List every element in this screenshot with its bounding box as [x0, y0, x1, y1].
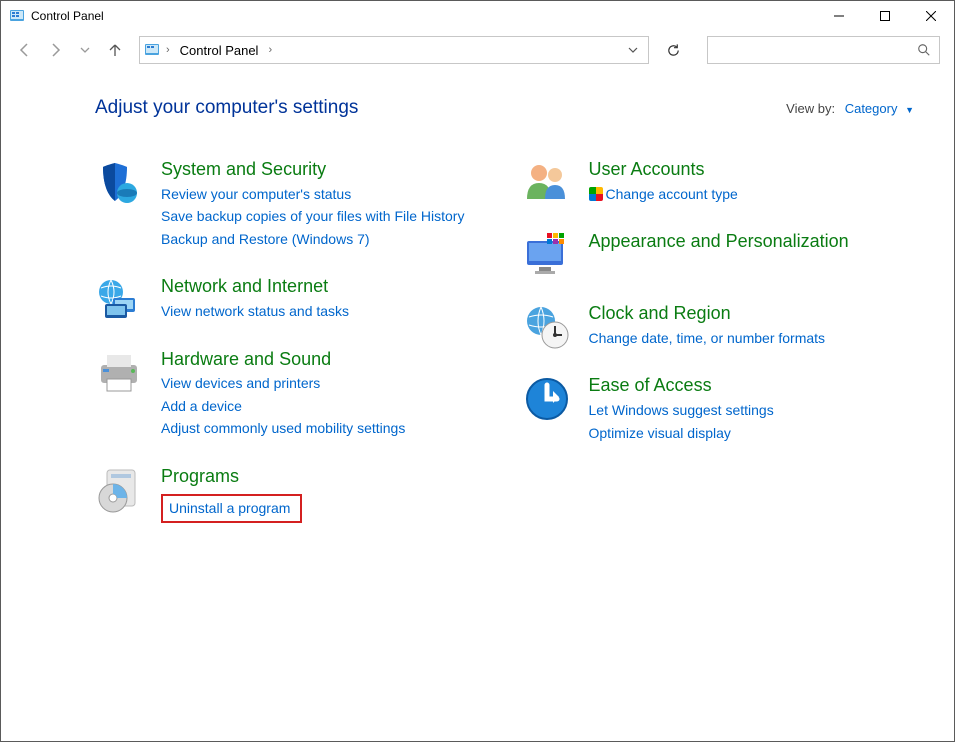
link-suggest-settings[interactable]: Let Windows suggest settings	[589, 401, 915, 421]
left-column: System and Security Review your computer…	[95, 159, 487, 547]
printer-icon	[95, 349, 143, 397]
people-icon	[523, 159, 571, 207]
category-title[interactable]: System and Security	[161, 159, 487, 181]
category-appearance-personalization: Appearance and Personalization	[523, 231, 915, 279]
link-file-history[interactable]: Save backup copies of your files with Fi…	[161, 207, 487, 227]
content-area: Adjust your computer's settings View by:…	[1, 69, 954, 567]
breadcrumb-root[interactable]: Control Panel	[176, 43, 263, 58]
category-title[interactable]: Programs	[161, 466, 487, 488]
chevron-right-icon[interactable]: ›	[164, 44, 172, 56]
window-controls	[816, 1, 954, 31]
link-optimize-display[interactable]: Optimize visual display	[589, 424, 915, 444]
search-input[interactable]	[716, 43, 917, 58]
category-title[interactable]: Appearance and Personalization	[589, 231, 915, 253]
category-programs: Programs Uninstall a program	[95, 466, 487, 523]
monitor-personalization-icon	[523, 231, 571, 279]
category-hardware-sound: Hardware and Sound View devices and prin…	[95, 349, 487, 442]
address-history-dropdown[interactable]	[622, 45, 644, 55]
category-clock-region: Clock and Region Change date, time, or n…	[523, 303, 915, 351]
category-title[interactable]: User Accounts	[589, 159, 915, 181]
address-bar[interactable]: › Control Panel ›	[139, 36, 649, 64]
shield-icon	[95, 159, 143, 207]
minimize-button[interactable]	[816, 1, 862, 31]
forward-button[interactable]	[45, 40, 65, 60]
globe-network-icon	[95, 276, 143, 324]
close-button[interactable]	[908, 1, 954, 31]
view-by-value[interactable]: Category	[845, 101, 898, 116]
clock-globe-icon	[523, 303, 571, 351]
search-box[interactable]	[707, 36, 940, 64]
link-uninstall-program[interactable]: Uninstall a program	[169, 499, 290, 519]
highlight-box: Uninstall a program	[161, 494, 302, 524]
refresh-button[interactable]	[663, 40, 683, 60]
link-change-account-type[interactable]: Change account type	[589, 185, 915, 205]
view-by-control[interactable]: View by: Category ▼	[786, 101, 914, 116]
maximize-button[interactable]	[862, 1, 908, 31]
category-title[interactable]: Network and Internet	[161, 276, 487, 298]
chevron-down-icon[interactable]: ▼	[905, 105, 914, 115]
right-column: User Accounts Change account type Appear…	[523, 159, 915, 547]
control-panel-icon	[9, 8, 25, 24]
control-panel-icon	[144, 42, 160, 58]
link-network-status[interactable]: View network status and tasks	[161, 302, 487, 322]
category-title[interactable]: Clock and Region	[589, 303, 915, 325]
navigation-bar: › Control Panel ›	[1, 31, 954, 69]
link-mobility-settings[interactable]: Adjust commonly used mobility settings	[161, 419, 487, 439]
link-devices-printers[interactable]: View devices and printers	[161, 374, 487, 394]
category-columns: System and Security Review your computer…	[95, 159, 914, 547]
recent-locations-button[interactable]	[75, 40, 95, 60]
category-user-accounts: User Accounts Change account type	[523, 159, 915, 207]
chevron-right-icon[interactable]: ›	[266, 44, 274, 56]
back-button[interactable]	[15, 40, 35, 60]
link-add-device[interactable]: Add a device	[161, 397, 487, 417]
link-review-status[interactable]: Review your computer's status	[161, 185, 487, 205]
programs-disc-icon	[95, 466, 143, 514]
category-title[interactable]: Ease of Access	[589, 375, 915, 397]
up-button[interactable]	[105, 40, 125, 60]
view-by-label: View by:	[786, 101, 835, 116]
window-title: Control Panel	[31, 9, 816, 23]
category-network-internet: Network and Internet View network status…	[95, 276, 487, 324]
titlebar: Control Panel	[1, 1, 954, 31]
category-system-security: System and Security Review your computer…	[95, 159, 487, 252]
category-ease-of-access: Ease of Access Let Windows suggest setti…	[523, 375, 915, 446]
link-date-time-formats[interactable]: Change date, time, or number formats	[589, 329, 915, 349]
category-title[interactable]: Hardware and Sound	[161, 349, 487, 371]
search-icon[interactable]	[917, 43, 931, 57]
ease-of-access-icon	[523, 375, 571, 423]
page-heading: Adjust your computer's settings	[95, 97, 786, 119]
link-backup-restore[interactable]: Backup and Restore (Windows 7)	[161, 230, 487, 250]
content-header: Adjust your computer's settings View by:…	[95, 97, 914, 119]
